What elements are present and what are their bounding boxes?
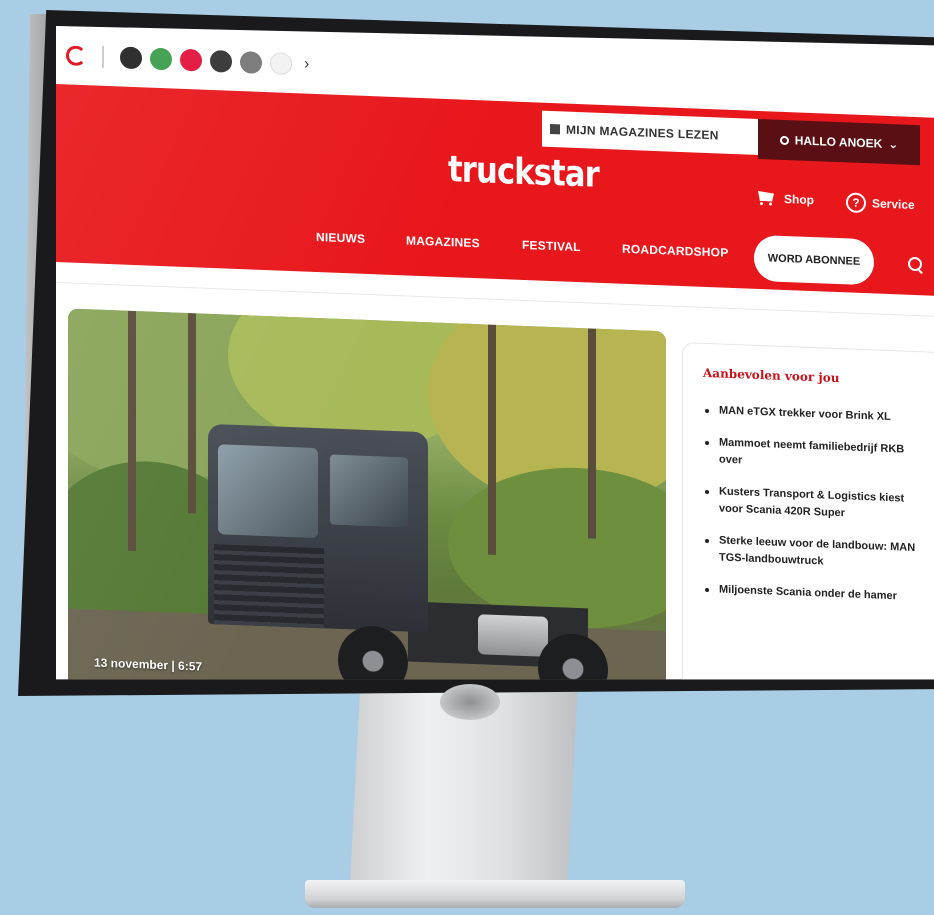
brand-icon-4[interactable] [210,49,232,73]
help-icon: ? [846,192,866,214]
recommended-item[interactable]: Kusters Transport & Logistics kiest voor… [703,483,925,526]
hero-article-image[interactable]: 13 november | 6:57 [68,308,666,680]
tree-trunk [488,324,496,555]
truck-side-window [330,454,408,528]
nav-item-nieuws[interactable]: NIEUWS [316,230,365,246]
my-magazines-label: MIJN MAGAZINES LEZEN [566,122,719,143]
tree-trunk [588,328,596,539]
service-label: Service [872,196,915,212]
monitor-stand-hole [440,684,500,720]
user-greeting: HALLO ANOEK [794,133,883,151]
subscribe-button[interactable]: WORD ABONNEE [754,234,874,286]
chevron-down-icon: ⌄ [888,136,899,152]
user-menu-button[interactable]: HALLO ANOEK ⌄ [758,118,920,166]
truck-grille [214,544,324,629]
recommended-list: MAN eTGX trekker voor Brink XL Mammoet n… [703,402,925,607]
service-link[interactable]: ? Service [846,192,915,215]
brand-icon-1[interactable] [120,46,142,70]
brand-icon-2[interactable] [150,47,172,71]
search-icon[interactable] [908,256,922,272]
truck-fuel-tank [478,614,548,657]
shop-label: Shop [784,191,814,208]
magazine-icon [550,123,560,135]
recommended-item[interactable]: Mammoet neemt familiebedrijf RKB over [703,434,925,477]
monitor-stand-neck [350,690,578,884]
webpage: › MIJN MAGAZINES LEZEN HALLO ANOEK ⌄ tru… [56,26,934,680]
shopping-cart-icon [756,189,778,208]
monitor-screen: › MIJN MAGAZINES LEZEN HALLO ANOEK ⌄ tru… [56,26,934,680]
brand-icon-5[interactable] [240,51,262,74]
tree-trunk [128,310,136,552]
nav-item-festival[interactable]: FESTIVAL [522,238,581,254]
chevron-right-icon[interactable]: › [304,56,309,74]
brand-icon-6[interactable] [270,52,292,76]
recommended-title: Aanbevolen voor jou [703,365,840,386]
brand-icon-3[interactable] [180,48,202,72]
scene: › MIJN MAGAZINES LEZEN HALLO ANOEK ⌄ tru… [0,0,934,915]
tree-trunk [188,313,196,514]
recommended-item[interactable]: Sterke leeuw voor de landbouw: MAN TGS-l… [703,532,925,575]
main-nav: NIEUWS MAGAZINES FESTIVAL ROADCARDSHOP W… [56,208,934,286]
brand-separator [102,45,104,68]
recommended-panel: Aanbevolen voor jou MAN eTGX trekker voo… [682,342,934,680]
nav-item-roadcardshop[interactable]: ROADCARDSHOP [622,242,728,260]
brand-home-logo-icon[interactable] [66,45,86,67]
truck-windshield [218,444,318,539]
user-icon [779,135,789,145]
site-header: MIJN MAGAZINES LEZEN HALLO ANOEK ⌄ truck… [56,84,934,297]
recommended-item[interactable]: Miljoenste Scania onder de hamer [703,581,925,607]
shop-link[interactable]: Shop [756,189,814,209]
recommended-item[interactable]: MAN eTGX trekker voor Brink XL [703,402,925,428]
site-logo[interactable]: truckstar [448,149,599,196]
nav-item-magazines[interactable]: MAGAZINES [406,233,480,250]
my-magazines-link[interactable]: MIJN MAGAZINES LEZEN [542,110,762,156]
monitor-stand-base [305,880,685,908]
